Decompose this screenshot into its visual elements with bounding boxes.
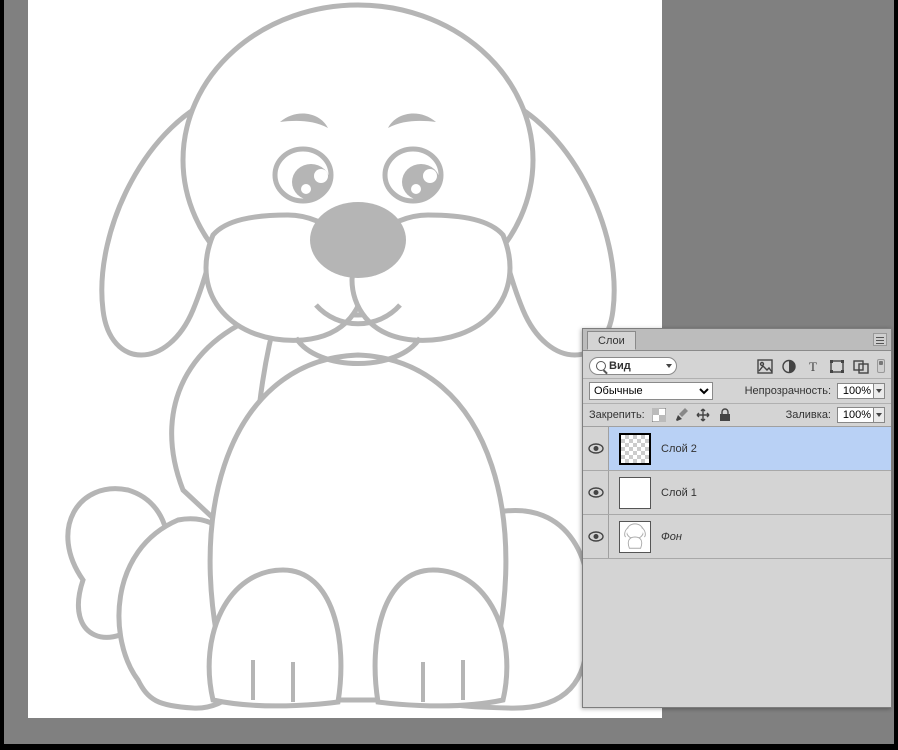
layers-panel: Слои Вид T Обычные [582, 328, 892, 708]
lock-row: Закрепить: Заливка: [583, 403, 891, 427]
layer-row[interactable]: Слой 2 [583, 427, 891, 471]
panel-menu-icon[interactable] [873, 333, 887, 346]
layer-row[interactable]: Фон [583, 515, 891, 559]
visibility-toggle[interactable] [583, 427, 609, 470]
layer-row[interactable]: Слой 1 [583, 471, 891, 515]
layer-list: Слой 2 Слой 1 Фон [583, 427, 891, 707]
lock-paint-icon[interactable] [673, 407, 689, 423]
opacity-label: Непрозрачность: [745, 385, 831, 397]
filter-image-icon[interactable] [757, 359, 773, 374]
opacity-input[interactable] [837, 383, 885, 399]
blend-mode-select[interactable]: Обычные [589, 382, 713, 400]
layer-name[interactable]: Фон [661, 531, 682, 543]
layer-thumbnail[interactable] [619, 433, 651, 465]
canvas-artwork [28, 0, 662, 718]
eye-icon [588, 531, 604, 542]
fill-label: Заливка: [786, 409, 831, 421]
lock-position-icon[interactable] [695, 407, 711, 423]
filter-smart-icon[interactable] [853, 359, 869, 374]
fill-input[interactable] [837, 407, 885, 423]
visibility-toggle[interactable] [583, 515, 609, 558]
layer-filter-dropdown[interactable]: Вид [589, 357, 677, 375]
layer-name[interactable]: Слой 2 [661, 443, 697, 455]
opacity-stepper[interactable] [873, 383, 885, 399]
filter-shape-icon[interactable] [829, 359, 845, 374]
filter-adjust-icon[interactable] [781, 359, 797, 374]
tab-layers[interactable]: Слои [587, 331, 636, 350]
filter-row: Вид T [583, 351, 891, 379]
lock-label: Закрепить: [589, 409, 645, 421]
lock-transparent-icon[interactable] [651, 407, 667, 423]
panel-tabbar: Слои [583, 329, 891, 351]
fill-value[interactable] [837, 407, 873, 423]
eye-icon [588, 487, 604, 498]
blend-row: Обычные Непрозрачность: [583, 379, 891, 403]
filter-text-icon[interactable]: T [805, 359, 821, 374]
search-icon [596, 361, 606, 371]
filter-label: Вид [609, 360, 631, 372]
filter-toggle-switch[interactable] [877, 359, 885, 373]
layer-thumbnail[interactable] [619, 521, 651, 553]
workspace: Слои Вид T Обычные [4, 0, 894, 744]
layer-thumbnail[interactable] [619, 477, 651, 509]
svg-text:T: T [809, 359, 817, 374]
eye-icon [588, 443, 604, 454]
lock-all-icon[interactable] [717, 407, 733, 423]
filter-icons: T [757, 359, 885, 374]
canvas-document[interactable] [28, 0, 662, 718]
layer-name[interactable]: Слой 1 [661, 487, 697, 499]
fill-stepper[interactable] [873, 407, 885, 423]
visibility-toggle[interactable] [583, 471, 609, 514]
chevron-down-icon [666, 364, 672, 368]
opacity-value[interactable] [837, 383, 873, 399]
